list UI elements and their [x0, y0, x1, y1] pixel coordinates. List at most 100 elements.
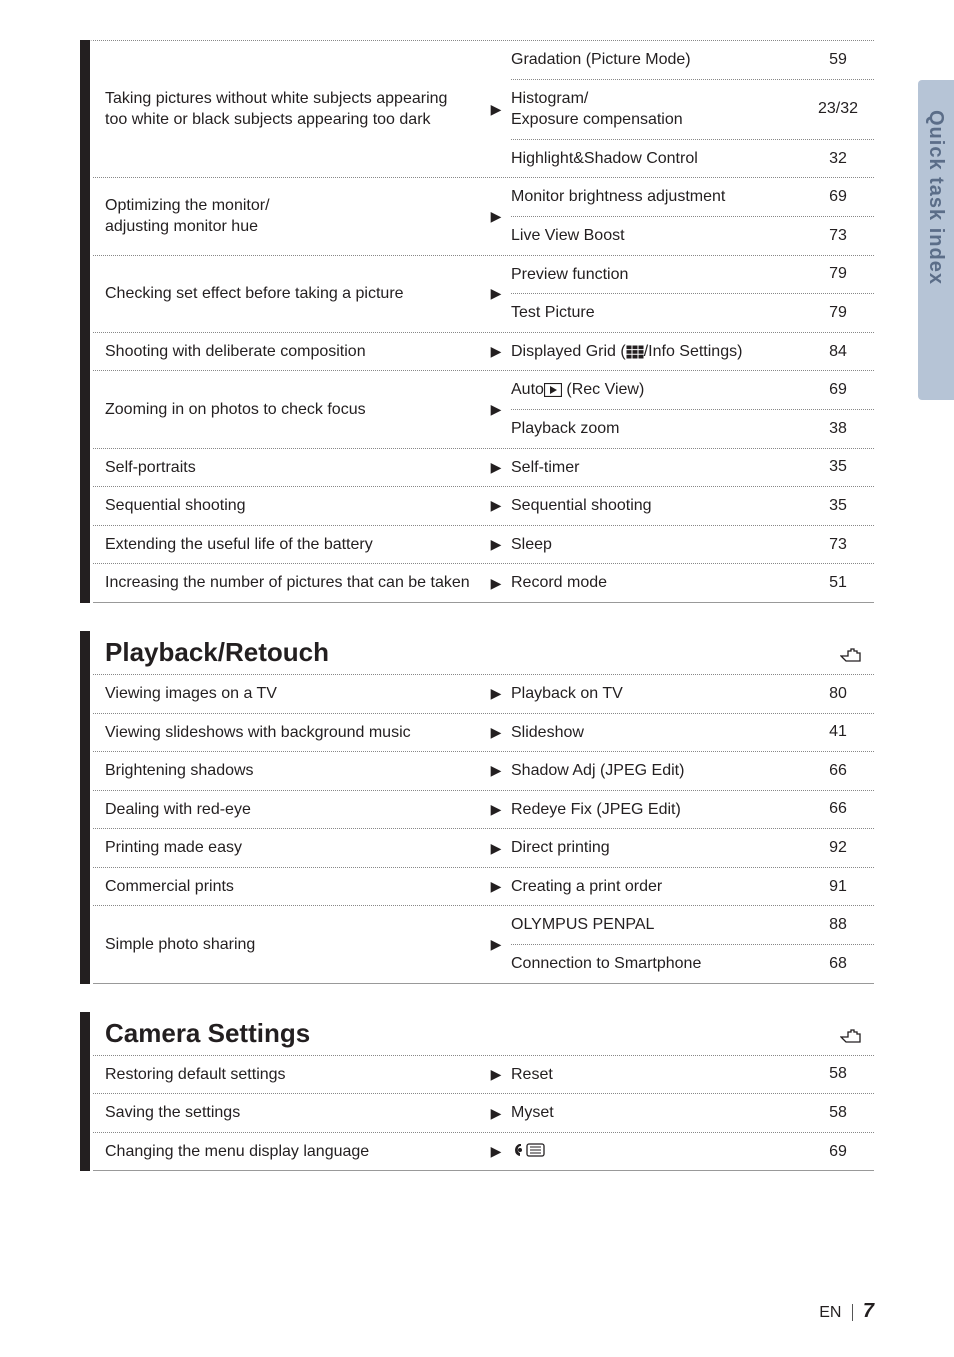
playback-target-label: OLYMPUS PENPAL — [511, 914, 808, 936]
shooting-targets: Sleep73 — [511, 526, 874, 564]
shooting-targets: Displayed Grid (/Info Settings)84 — [511, 333, 874, 371]
playback-target-page: 91 — [808, 878, 868, 896]
shooting-row: Extending the useful life of the battery… — [93, 526, 874, 565]
playback-body: Playback/Retouch Viewing images on a TV▶… — [90, 631, 874, 984]
playback-task-label: Dealing with red-eye — [93, 791, 481, 829]
arrow-icon: ▶ — [481, 752, 511, 790]
camera-target-page: 58 — [808, 1104, 868, 1122]
shooting-target-page: 59 — [808, 51, 868, 69]
shooting-target-label: Highlight&Shadow Control — [511, 148, 808, 170]
shooting-target-label: Histogram/Exposure compensation — [511, 88, 808, 131]
camera-targets: 69 — [511, 1133, 874, 1171]
playback-section: Playback/Retouch Viewing images on a TV▶… — [80, 631, 874, 984]
shooting-task-label: Optimizing the monitor/adjusting monitor… — [93, 178, 481, 254]
arrow-icon: ▶ — [481, 868, 511, 906]
shooting-target-page: 79 — [808, 304, 868, 322]
playback-target-page: 88 — [808, 916, 868, 934]
shooting-row: Increasing the number of pictures that c… — [93, 564, 874, 603]
arrow-icon: ▶ — [481, 1094, 511, 1132]
camera-task-label: Saving the settings — [93, 1094, 481, 1132]
playback-target-page: 66 — [808, 800, 868, 818]
shooting-row: Sequential shooting▶Sequential shooting3… — [93, 487, 874, 526]
playback-target-row: Direct printing92 — [511, 829, 874, 867]
playback-targets: Redeye Fix (JPEG Edit)66 — [511, 791, 874, 829]
shooting-target-row: Sequential shooting35 — [511, 487, 874, 525]
shooting-target-label: Test Picture — [511, 302, 808, 324]
shooting-target-page: 38 — [808, 420, 868, 438]
playback-target-row: OLYMPUS PENPAL88 — [511, 906, 874, 945]
shooting-continuation-block: Taking pictures without white subjects a… — [80, 40, 874, 603]
playback-target-row: Redeye Fix (JPEG Edit)66 — [511, 791, 874, 829]
arrow-icon: ▶ — [481, 41, 511, 177]
playback-row: Commercial prints▶Creating a print order… — [93, 868, 874, 907]
playback-target-page: 92 — [808, 839, 868, 857]
shooting-target-label: Self-timer — [511, 457, 808, 479]
shooting-target-page: 69 — [808, 188, 868, 206]
shooting-target-page: 73 — [808, 227, 868, 245]
shooting-targets: Monitor brightness adjustment69 Live View… — [511, 178, 874, 254]
playback-targets: Playback on TV80 — [511, 675, 874, 713]
arrow-icon: ▶ — [481, 714, 511, 752]
shooting-target-page: 32 — [808, 150, 868, 168]
camera-row: Restoring default settings▶Reset58 — [93, 1056, 874, 1095]
camera-targets: Myset58 — [511, 1094, 874, 1132]
shooting-row: Optimizing the monitor/adjusting monitor… — [93, 178, 874, 255]
shooting-target-row: Highlight&Shadow Control32 — [511, 140, 874, 178]
shooting-target-page: 51 — [808, 574, 868, 592]
shooting-target-page: 69 — [808, 381, 868, 399]
playback-target-label: Direct printing — [511, 837, 808, 859]
playback-targets: Creating a print order91 — [511, 868, 874, 906]
camera-target-label: Myset — [511, 1102, 808, 1124]
playback-row: Viewing slideshows with background music… — [93, 714, 874, 753]
playback-row: Dealing with red-eye▶Redeye Fix (JPEG Ed… — [93, 791, 874, 830]
arrow-icon: ▶ — [481, 526, 511, 564]
shooting-target-row: Self-timer35 — [511, 449, 874, 487]
shooting-target-label: Playback zoom — [511, 418, 808, 440]
playback-task-label: Viewing slideshows with background music — [93, 714, 481, 752]
camera-title: Camera Settings — [105, 1018, 840, 1049]
playback-row: Printing made easy▶Direct printing92 — [93, 829, 874, 868]
playback-row: Viewing images on a TV▶Playback on TV80 — [93, 675, 874, 714]
shooting-targets: Gradation (Picture Mode)59 Histogram/Expo… — [511, 41, 874, 177]
shooting-targets: Self-timer35 — [511, 449, 874, 487]
shooting-target-label: Live View Boost — [511, 225, 808, 247]
playback-targets: OLYMPUS PENPAL88Connection to Smartphone… — [511, 906, 874, 982]
playback-task-label: Printing made easy — [93, 829, 481, 867]
shooting-target-row: Auto (Rec View)69 — [511, 371, 874, 410]
playback-target-row: Connection to Smartphone68 — [511, 945, 874, 983]
arrow-icon: ▶ — [481, 371, 511, 447]
playback-task-label: Simple photo sharing — [93, 906, 481, 982]
shooting-task-label: Extending the useful life of the battery — [93, 526, 481, 564]
playback-target-row: Creating a print order91 — [511, 868, 874, 906]
page: Quick task index Taking pictures without… — [0, 0, 954, 1357]
shooting-row: Zooming in on photos to check focus▶Auto… — [93, 371, 874, 448]
playback-target-row: Shadow Adj (JPEG Edit)66 — [511, 752, 874, 790]
shooting-target-label: Gradation (Picture Mode) — [511, 49, 808, 71]
shooting-target-page: 23/32 — [808, 100, 868, 118]
shooting-target-page: 35 — [808, 458, 868, 476]
playback-row: Simple photo sharing▶OLYMPUS PENPAL88Con… — [93, 906, 874, 983]
playback-title: Playback/Retouch — [105, 637, 840, 668]
camera-target-row: Myset58 — [511, 1094, 874, 1132]
playback-target-page: 66 — [808, 762, 868, 780]
playback-task-label: Commercial prints — [93, 868, 481, 906]
page-footer: EN 7 — [819, 1300, 874, 1323]
camera-task-label: Changing the menu display language — [93, 1133, 481, 1171]
arrow-icon: ▶ — [481, 1056, 511, 1094]
shooting-task-label: Taking pictures without white subjects a… — [93, 41, 481, 177]
playback-targets: Shadow Adj (JPEG Edit)66 — [511, 752, 874, 790]
shooting-target-label: Sleep — [511, 534, 808, 556]
arrow-icon: ▶ — [481, 487, 511, 525]
shooting-target-label: Displayed Grid (/Info Settings) — [511, 341, 808, 363]
footer-lang: EN — [819, 1304, 841, 1321]
arrow-icon: ▶ — [481, 449, 511, 487]
shooting-target-label: Preview function — [511, 264, 808, 286]
shooting-task-label: Zooming in on photos to check focus — [93, 371, 481, 447]
shooting-task-label: Sequential shooting — [93, 487, 481, 525]
shooting-task-label: Increasing the number of pictures that c… — [93, 564, 481, 602]
shooting-target-page: 84 — [808, 343, 868, 361]
playback-targets: Direct printing92 — [511, 829, 874, 867]
shooting-target-row: Monitor brightness adjustment69 — [511, 178, 874, 217]
camera-section: Camera Settings Restoring default settin… — [80, 1012, 874, 1172]
camera-target-label: Reset — [511, 1064, 808, 1086]
